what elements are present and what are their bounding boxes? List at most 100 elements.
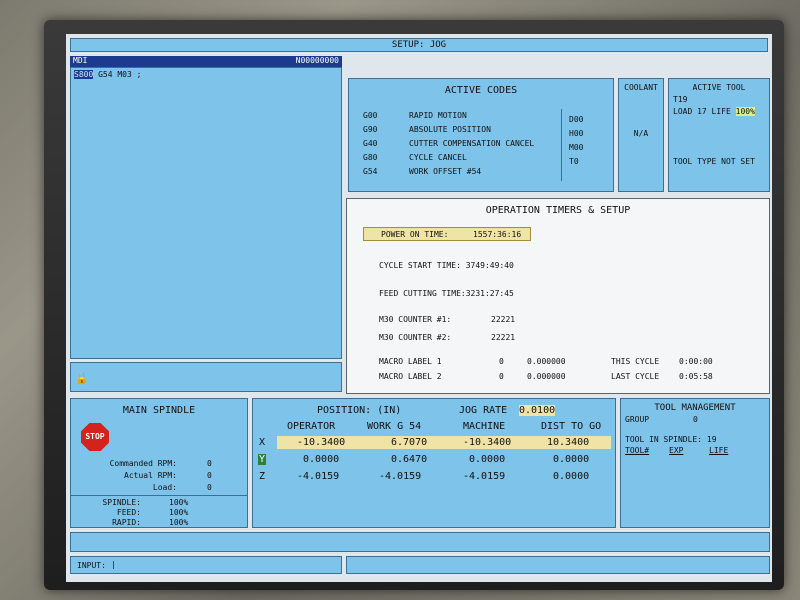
mdi-label: MDI (73, 56, 88, 65)
tool-in-spindle: TOOL IN SPINDLE: 19 (625, 435, 717, 444)
power-on-value: 1557:36:16 (473, 230, 522, 239)
position-panel: POSITION: (IN) JOG RATE 0.0100 OPERATOR … (252, 398, 616, 528)
main-spindle-title: MAIN SPINDLE (122, 405, 196, 416)
actual-rpm-label: Actual RPM: (124, 471, 177, 480)
life-column-header[interactable]: LIFE (709, 446, 728, 455)
commanded-rpm-value: 0 (207, 459, 212, 468)
y-operator: 0.0000 (303, 454, 340, 465)
header-machine: MACHINE (463, 421, 506, 432)
z-machine: -4.0159 (463, 471, 506, 482)
this-cycle-label: THIS CYCLE (611, 357, 660, 366)
header-operator: OPERATOR (287, 421, 336, 432)
lock-icon: 🔒 (75, 372, 89, 385)
jog-rate-value: 0.0100 (519, 405, 556, 416)
tool-life-value: 100% (735, 107, 755, 116)
macro-2-number: 0 (499, 372, 504, 381)
x-dist-to-go: 10.3400 (547, 437, 590, 448)
header-work: WORK G 54 (367, 421, 422, 432)
this-cycle-value: 0:00:00 (679, 357, 713, 366)
code-g00: G00 (363, 111, 378, 120)
spindle-override-label: SPINDLE: (102, 498, 141, 507)
code-h00: H00 (569, 129, 584, 138)
rapid-override-value: 100% (169, 518, 189, 527)
code-g80-desc: CYCLE CANCEL (409, 153, 467, 162)
active-codes-panel: ACTIVE CODES G00 RAPID MOTION G90 ABSOLU… (348, 78, 614, 192)
x-work: 6.7070 (391, 437, 428, 448)
code-g80: G80 (363, 153, 378, 162)
program-line[interactable]: S800 G54 M03 ; (74, 70, 141, 79)
z-work: -4.0159 (379, 471, 422, 482)
feed-override-label: FEED: (116, 508, 141, 517)
mdi-program-panel[interactable]: S800 G54 M03 ; (70, 67, 342, 359)
active-codes-title: ACTIVE CODES (444, 85, 518, 96)
cnc-screen: SETUP: JOG MDI N00000000 S800 G54 M03 ; … (66, 34, 772, 582)
position-title: POSITION: (IN) (317, 405, 402, 416)
status-bar (346, 556, 770, 574)
input-label: INPUT: (77, 561, 106, 570)
macro-label-2: MACRO LABEL 2 (379, 372, 442, 381)
tool-management-panel: TOOL MANAGEMENT GROUP 0 TOOL IN SPINDLE:… (620, 398, 770, 528)
actual-rpm-value: 0 (207, 471, 212, 480)
last-cycle-value: 0:05:58 (679, 372, 713, 381)
program-text: G54 M03 ; (93, 70, 142, 79)
m30-counter-2-label: M30 COUNTER #2: (379, 333, 452, 342)
code-g54: G54 (363, 167, 378, 176)
group-label: GROUP (625, 415, 650, 424)
program-cursor[interactable]: S800 (74, 70, 94, 79)
last-cycle-label: LAST CYCLE (611, 372, 660, 381)
header-dist-to-go: DIST TO GO (541, 421, 602, 432)
feed-cutting-time: FEED CUTTING TIME:3231:27:45 (379, 289, 514, 298)
axis-z-label: Z (259, 471, 266, 482)
codes-divider (561, 109, 562, 181)
code-g90: G90 (363, 125, 378, 134)
z-dist-to-go: 0.0000 (553, 471, 590, 482)
code-m00: M00 (569, 143, 584, 152)
commanded-rpm-label: Commanded RPM: (109, 459, 177, 468)
active-tool-title: ACTIVE TOOL (692, 83, 746, 92)
rapid-override-label: RAPID: (112, 518, 141, 527)
exp-column-header[interactable]: EXP (669, 446, 683, 455)
mdi-header: MDI N00000000 (70, 56, 342, 67)
power-on-label: POWER ON TIME: (381, 230, 449, 239)
macro-label-1: MACRO LABEL 1 (379, 357, 442, 366)
message-bar (70, 532, 770, 552)
spindle-divider (71, 495, 247, 496)
m30-counter-1-value: 22221 (491, 315, 516, 324)
x-operator: -10.3400 (297, 437, 346, 448)
m30-counter-1-label: M30 COUNTER #1: (379, 315, 452, 324)
timers-panel: OPERATION TIMERS & SETUP POWER ON TIME: … (346, 198, 770, 394)
code-g40: G40 (363, 139, 378, 148)
coolant-value: N/A (633, 129, 649, 138)
code-g90-desc: ABSOLUTE POSITION (409, 125, 491, 134)
feed-override-value: 100% (169, 508, 189, 517)
screen-title: SETUP: JOG (391, 40, 447, 50)
y-dist-to-go: 0.0000 (553, 454, 590, 465)
tool-type: TOOL TYPE NOT SET (673, 157, 755, 166)
load-life-label: LOAD 17 LIFE (673, 107, 736, 116)
tool-load-life: LOAD 17 LIFE 100% (673, 107, 755, 116)
x-machine: -10.3400 (463, 437, 512, 448)
spindle-load-label: Load: (152, 483, 177, 492)
z-operator: -4.0159 (297, 471, 340, 482)
cycle-start-time: CYCLE START TIME: 3749:49:40 (379, 261, 514, 270)
code-g00-desc: RAPID MOTION (409, 111, 467, 120)
code-t0: T0 (569, 157, 579, 166)
macro-2-value: 0.000000 (527, 372, 566, 381)
jog-rate-label: JOG RATE (459, 405, 508, 416)
code-d00: D00 (569, 115, 584, 124)
y-machine: 0.0000 (469, 454, 506, 465)
tool-management-title: TOOL MANAGEMENT (654, 403, 736, 413)
code-g40-desc: CUTTER COMPENSATION CANCEL (409, 139, 535, 148)
input-bar[interactable]: INPUT: | (70, 556, 342, 574)
screen-header: SETUP: JOG (70, 38, 768, 52)
active-tool-number: T19 (673, 95, 688, 104)
active-tool-panel: ACTIVE TOOL T19 LOAD 17 LIFE 100% TOOL T… (668, 78, 770, 192)
macro-1-number: 0 (499, 357, 504, 366)
code-g54-desc: WORK OFFSET #54 (409, 167, 482, 176)
y-work: 0.6470 (391, 454, 428, 465)
input-cursor[interactable]: | (111, 560, 116, 569)
macro-1-value: 0.000000 (527, 357, 566, 366)
spindle-load-value: 0 (207, 483, 212, 492)
tool-column-header[interactable]: TOOL# (625, 446, 649, 455)
timers-title: OPERATION TIMERS & SETUP (485, 205, 631, 216)
